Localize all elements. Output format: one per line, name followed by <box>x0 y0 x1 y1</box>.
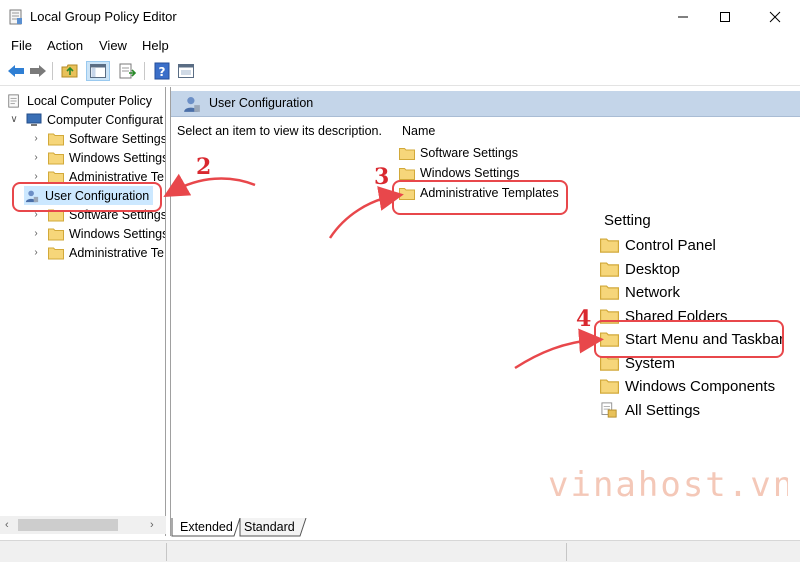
tree-label: Windows Settings <box>69 226 166 241</box>
computer-icon <box>26 113 42 126</box>
setting-item-label: Network <box>625 283 681 301</box>
annotation-highlight-administrative-templates <box>392 180 568 215</box>
close-icon <box>769 11 781 23</box>
setting-item-label: Windows Components <box>625 377 776 395</box>
tree-item-uc-windows-settings[interactable]: › Windows Settings <box>30 224 166 243</box>
show-hide-tree-icon <box>90 64 106 78</box>
forward-button[interactable] <box>28 61 48 81</box>
annotation-step-4: 4 <box>576 306 592 332</box>
tree-item-cc-windows-settings[interactable]: › Windows Settings <box>30 148 166 167</box>
folder-icon <box>600 238 619 253</box>
folder-icon <box>399 167 415 180</box>
group-policy-app-icon <box>9 9 22 25</box>
policy-document-icon <box>8 93 19 108</box>
tab-standard[interactable]: Standard <box>238 518 301 537</box>
tree-label: Administrative Te <box>69 245 164 260</box>
details-pane-header: User Configuration <box>171 91 800 117</box>
description-text: Select an item to view its description. <box>177 124 382 138</box>
show-hide-console-tree-button[interactable] <box>86 61 110 81</box>
tree-label: Local Computer Policy <box>27 93 153 108</box>
folder-icon <box>600 379 619 394</box>
export-list-icon <box>119 63 137 79</box>
menu-action[interactable]: Action <box>47 38 83 53</box>
toolbar: ? <box>0 58 800 86</box>
list-item-software-settings[interactable]: Software Settings <box>399 144 518 162</box>
details-pane-title: User Configuration <box>209 96 314 110</box>
properties-icon <box>178 64 194 78</box>
maximize-button[interactable] <box>702 0 748 34</box>
setting-item-desktop[interactable]: Desktop <box>600 258 680 280</box>
setting-item-windows-components[interactable]: Windows Components <box>600 375 775 397</box>
vinahost-watermark: vinahost.vn <box>548 465 788 505</box>
console-tree: Local Computer Policy ∨ Computer Configu… <box>0 87 166 536</box>
setting-item-label: All Settings <box>625 401 701 419</box>
annotation-highlight-start-menu-taskbar <box>594 320 784 358</box>
svg-text:?: ? <box>159 65 166 79</box>
scroll-right-icon[interactable]: › <box>150 519 154 531</box>
all-settings-icon <box>601 402 617 418</box>
title-bar: Local Group Policy Editor <box>0 0 800 34</box>
menu-file[interactable]: File <box>11 38 32 53</box>
setting-item-all-settings[interactable]: All Settings <box>600 399 700 421</box>
setting-item-label: Control Panel <box>625 236 716 254</box>
watermark-text: vinahost.vn <box>548 465 788 505</box>
expand-chevron-icon[interactable]: › <box>30 228 42 239</box>
annotation-step-2: 2 <box>196 154 212 180</box>
back-arrow-icon <box>8 65 24 77</box>
expand-chevron-icon[interactable]: › <box>30 171 42 182</box>
folder-icon <box>48 228 64 240</box>
scrollbar-thumb[interactable] <box>18 519 118 531</box>
properties-button[interactable] <box>176 61 196 81</box>
setting-item-network[interactable]: Network <box>600 281 680 303</box>
annotation-step-3: 3 <box>374 164 390 190</box>
setting-item-control-panel[interactable]: Control Panel <box>600 234 716 256</box>
list-item-label: Windows Settings <box>420 166 520 180</box>
back-button[interactable] <box>6 61 26 81</box>
up-folder-icon <box>61 64 78 78</box>
export-list-button[interactable] <box>118 61 138 81</box>
menu-bar: File Action View Help <box>0 36 800 56</box>
tree-label: Software Settings <box>69 131 166 146</box>
forward-arrow-icon <box>30 65 46 77</box>
maximize-icon <box>720 12 730 22</box>
collapse-chevron-icon[interactable]: ∨ <box>8 114 20 125</box>
expand-chevron-icon[interactable]: › <box>30 152 42 163</box>
tree-horizontal-scrollbar[interactable]: ‹ › <box>0 516 166 534</box>
tree-label: Windows Settings <box>69 150 166 165</box>
tree-item-local-computer-policy[interactable]: Local Computer Policy <box>6 91 152 110</box>
tree-label: Computer Configurat <box>47 112 164 127</box>
tab-extended[interactable]: Extended <box>174 518 239 537</box>
menu-help[interactable]: Help <box>142 38 169 53</box>
folder-icon <box>600 262 619 277</box>
zoomed-settings-inset: Setting Control Panel Desktop Network Sh… <box>596 206 800 426</box>
expand-chevron-icon[interactable]: › <box>30 133 42 144</box>
minimize-icon <box>678 16 688 18</box>
view-tabs: Extended Standard <box>170 518 800 538</box>
folder-icon <box>600 285 619 300</box>
help-icon: ? <box>154 62 170 80</box>
help-button[interactable]: ? <box>152 61 172 81</box>
column-header-setting[interactable]: Setting <box>604 212 651 229</box>
minimize-button[interactable] <box>660 0 706 34</box>
tree-item-uc-administrative-templates[interactable]: › Administrative Te <box>30 243 164 262</box>
folder-icon <box>48 133 64 145</box>
folder-icon <box>399 147 415 160</box>
close-button[interactable] <box>752 0 798 34</box>
scroll-left-icon[interactable]: ‹ <box>5 519 9 531</box>
column-header-name[interactable]: Name <box>402 124 435 138</box>
setting-item-label: Desktop <box>625 260 681 278</box>
folder-icon <box>48 247 64 259</box>
expand-chevron-icon[interactable]: › <box>30 247 42 258</box>
menu-view[interactable]: View <box>99 38 127 53</box>
tree-item-computer-configuration[interactable]: ∨ Computer Configurat <box>8 110 163 129</box>
folder-icon <box>48 152 64 164</box>
up-one-level-button[interactable] <box>60 61 80 81</box>
annotation-highlight-user-configuration <box>12 182 162 212</box>
tree-item-cc-software-settings[interactable]: › Software Settings <box>30 129 166 148</box>
user-icon <box>184 97 200 112</box>
status-bar <box>0 540 800 562</box>
window-title: Local Group Policy Editor <box>30 9 177 24</box>
list-item-label: Software Settings <box>420 146 518 160</box>
